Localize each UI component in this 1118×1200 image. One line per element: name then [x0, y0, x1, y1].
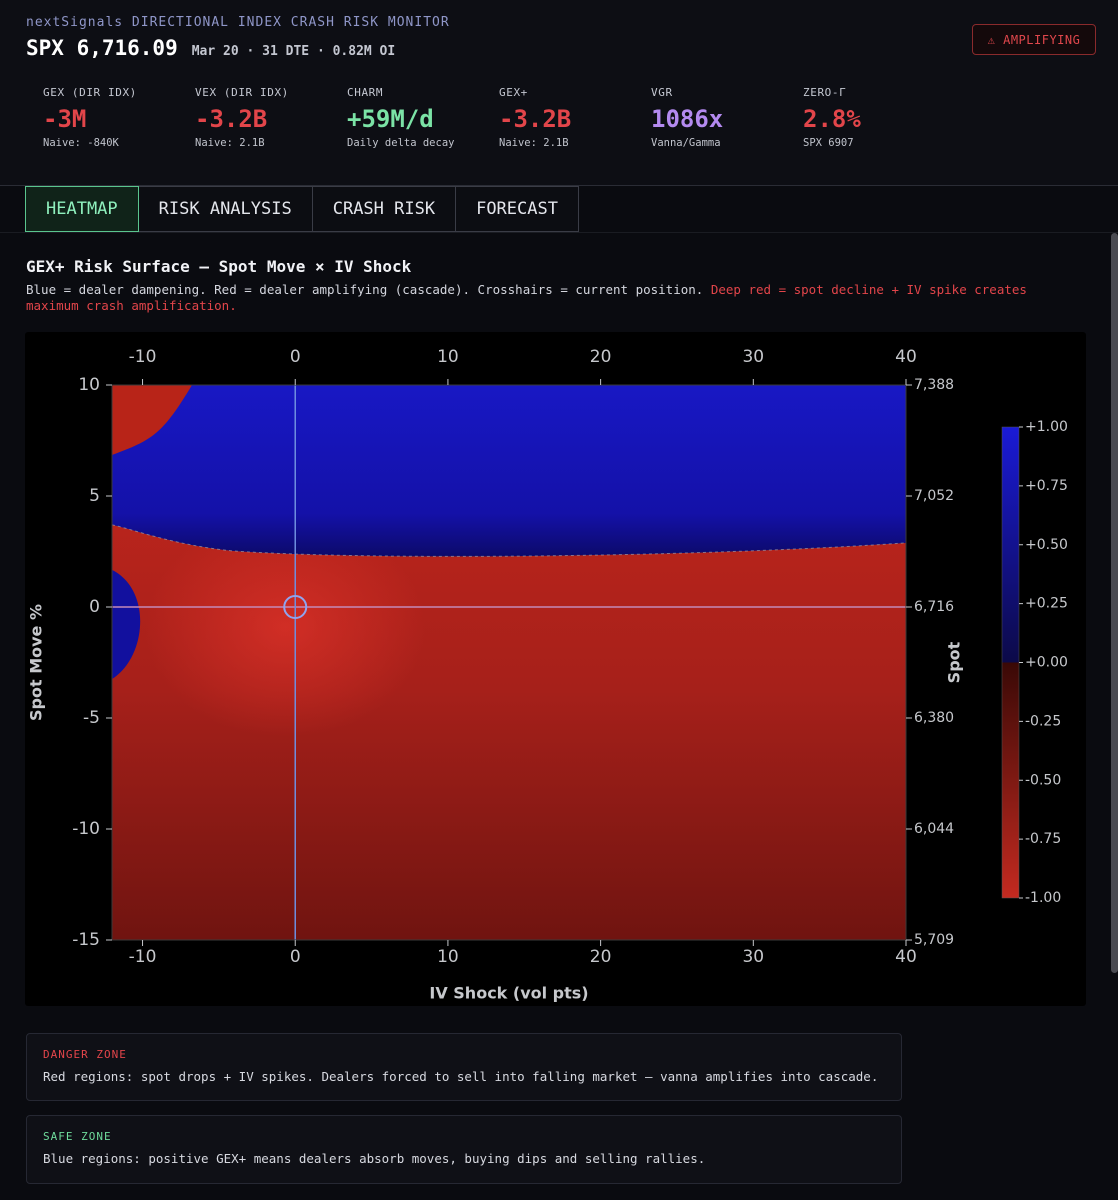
x-tick-label-top: -10: [129, 347, 157, 367]
x-tick-label-top: 10: [437, 347, 459, 367]
safe-zone-card: SAFE ZONE Blue regions: positive GEX+ me…: [26, 1115, 902, 1184]
x-tick-label-top: 40: [895, 347, 917, 367]
colorbar-tick-label: -0.50: [1025, 772, 1061, 788]
danger-zone-card: DANGER ZONE Red regions: spot drops + IV…: [26, 1033, 902, 1101]
x-tick-label-bottom: 0: [290, 947, 301, 967]
metric-sub: Naive: 2.1B: [195, 137, 265, 149]
metric-vex: VEX (DIR IDX) -3.2B Naive: 2.1B: [195, 86, 343, 149]
tab-risk-analysis[interactable]: RISK ANALYSIS: [138, 186, 313, 232]
metric-sub: Naive: -840K: [43, 137, 119, 149]
metric-label: GEX (DIR IDX): [43, 86, 137, 99]
danger-zone-label: DANGER ZONE: [43, 1048, 127, 1061]
heatmap-svg: -10 -10 0 0 10 10 20 20 30 30 40 40 10 5 0 -5 -10 -15 7,38…: [27, 347, 1068, 1003]
ticker-price: SPX 6,716.09: [26, 36, 178, 60]
metric-label: VEX (DIR IDX): [195, 86, 289, 99]
x-axis-title: IV Shock (vol pts): [429, 984, 588, 1003]
x-tick-label-top: 0: [290, 347, 301, 367]
content-divider: [0, 232, 1118, 233]
x-tick-label-top: 20: [590, 347, 612, 367]
metric-sub: SPX 6907: [803, 137, 854, 149]
tab-heatmap[interactable]: HEATMAP: [25, 186, 139, 232]
metric-zero-gamma: ZERO-Γ 2.8% SPX 6907: [803, 86, 951, 149]
scrollbar[interactable]: [1111, 233, 1118, 973]
metric-value: -3M: [43, 105, 87, 133]
ticker-line: SPX 6,716.09 Mar 20 · 31 DTE · 0.82M OI: [26, 36, 395, 60]
app-brand: nextSignals DIRECTIONAL INDEX CRASH RISK…: [26, 15, 450, 30]
section-description: Blue = dealer dampening. Red = dealer am…: [26, 282, 1086, 314]
tab-crash-risk[interactable]: CRASH RISK: [312, 186, 457, 232]
colorbar-tick-label: +0.75: [1025, 478, 1068, 494]
y-tick-label: -10: [72, 819, 100, 839]
metric-value: -3.2B: [499, 105, 572, 133]
x-tick-label-bottom: 40: [895, 947, 917, 967]
metric-charm: CHARM +59M/d Daily delta decay: [347, 86, 495, 149]
metric-vgr: VGR 1086x Vanna/Gamma: [651, 86, 799, 149]
x-tick-label-bottom: -10: [129, 947, 157, 967]
tab-forecast[interactable]: FORECAST: [456, 186, 579, 232]
metric-sub: Naive: 2.1B: [499, 137, 569, 149]
colorbar: [1001, 426, 1020, 899]
x-tick-label-bottom: 10: [437, 947, 459, 967]
x-tick-label-bottom: 30: [742, 947, 764, 967]
metric-gex-plus: GEX+ -3.2B Naive: 2.1B: [499, 86, 647, 149]
heatmap-positive-region: [112, 385, 906, 557]
metric-sub: Daily delta decay: [347, 137, 455, 149]
spot-axis-title: Spot: [945, 641, 964, 683]
danger-zone-text: Red regions: spot drops + IV spikes. Dea…: [43, 1069, 879, 1084]
safe-zone-label: SAFE ZONE: [43, 1130, 112, 1143]
metric-label: ZERO-Γ: [803, 86, 847, 99]
metric-value: 2.8%: [803, 105, 861, 133]
metric-value: +59M/d: [347, 105, 434, 133]
colorbar-tick-label: +0.50: [1025, 537, 1068, 553]
x-tick-label-top: 30: [742, 347, 764, 367]
colorbar-tick-label: -0.75: [1025, 831, 1061, 847]
heatmap-chart: -10 -10 0 0 10 10 20 20 30 30 40 40 10 5 0 -5 -10 -15 7,38…: [25, 332, 1086, 1006]
metric-value: 1086x: [651, 105, 724, 133]
colorbar-tick-label: +0.25: [1025, 596, 1068, 612]
y-tick-label: -15: [72, 930, 100, 950]
spot-tick-label: 6,044: [914, 821, 954, 837]
safe-zone-text: Blue regions: positive GEX+ means dealer…: [43, 1151, 706, 1166]
y-tick-label: -5: [83, 708, 100, 728]
status-badge: ⚠ AMPLIFYING: [972, 24, 1096, 55]
metric-gex: GEX (DIR IDX) -3M Naive: -840K: [43, 86, 191, 149]
colorbar-tick-label: +1.00: [1025, 419, 1068, 435]
colorbar-tick-label: -0.25: [1025, 713, 1061, 729]
metric-sub: Vanna/Gamma: [651, 137, 721, 149]
metric-label: VGR: [651, 86, 673, 99]
spot-tick-label: 6,716: [914, 599, 954, 615]
metric-value: -3.2B: [195, 105, 268, 133]
colorbar-tick-label: +0.00: [1025, 655, 1068, 671]
spot-tick-label: 6,380: [914, 710, 954, 726]
x-tick-label-bottom: 20: [590, 947, 612, 967]
header-panel: nextSignals DIRECTIONAL INDEX CRASH RISK…: [0, 0, 1118, 186]
y-axis-title: Spot Move %: [27, 604, 46, 721]
section-title: GEX+ Risk Surface — Spot Move × IV Shock: [26, 257, 412, 276]
ticker-meta: Mar 20 · 31 DTE · 0.82M OI: [191, 44, 396, 59]
colorbar-tick-label: -1.00: [1025, 890, 1061, 906]
spot-tick-label: 5,709: [914, 932, 954, 948]
y-tick-label: 0: [89, 597, 100, 617]
spot-tick-label: 7,052: [914, 488, 954, 504]
section-desc-text: Blue = dealer dampening. Red = dealer am…: [26, 282, 704, 297]
y-tick-label: 10: [78, 375, 100, 395]
metric-label: GEX+: [499, 86, 528, 99]
tab-bar: HEATMAP RISK ANALYSIS CRASH RISK FORECAS…: [25, 186, 579, 232]
spot-tick-label: 7,388: [914, 377, 954, 393]
y-tick-label: 5: [89, 486, 100, 506]
metric-label: CHARM: [347, 86, 384, 99]
